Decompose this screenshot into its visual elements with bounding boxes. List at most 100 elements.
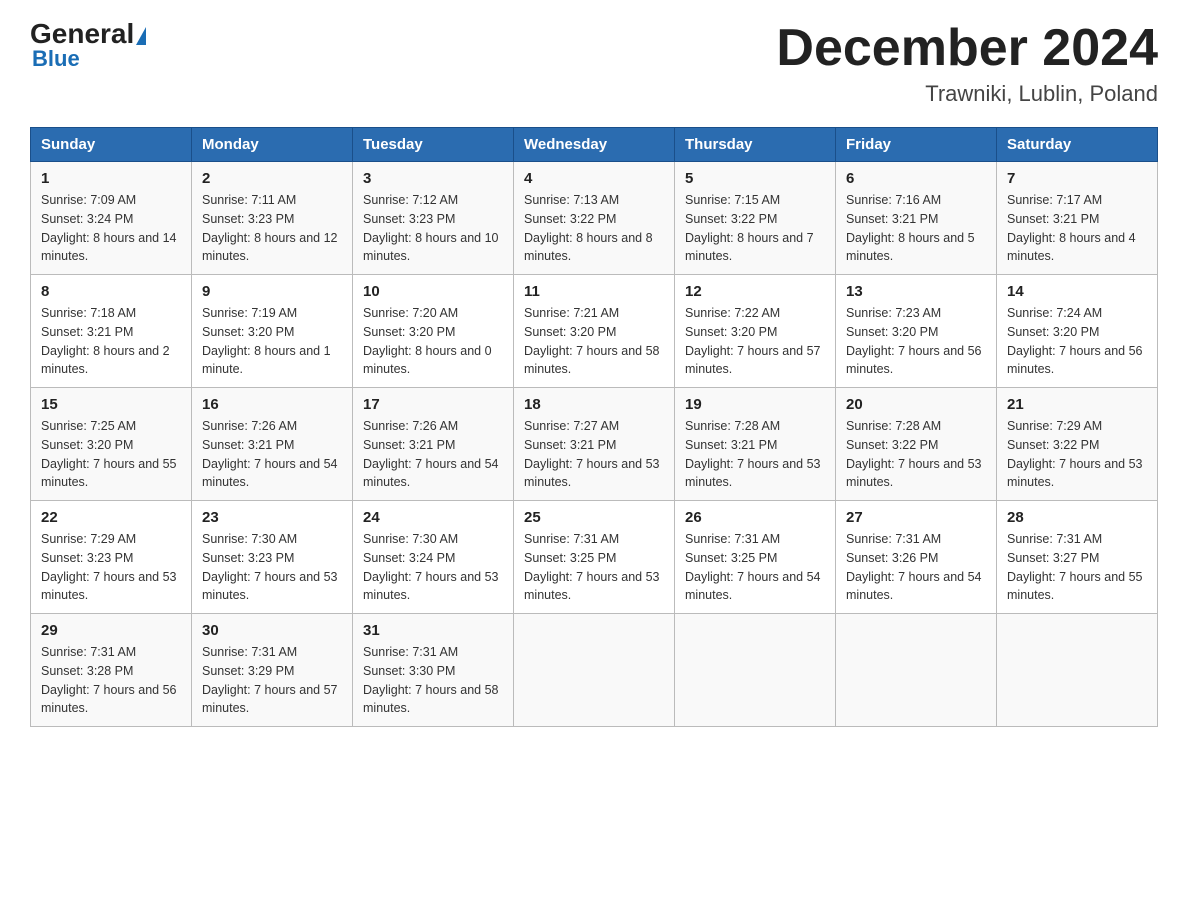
calendar-cell: 4Sunrise: 7:13 AMSunset: 3:22 PMDaylight… xyxy=(514,162,675,275)
calendar-cell: 9Sunrise: 7:19 AMSunset: 3:20 PMDaylight… xyxy=(192,275,353,388)
calendar-cell: 31 Sunrise: 7:31 AMSunset: 3:30 PMDayligh… xyxy=(353,614,514,727)
month-title: December 2024 xyxy=(776,20,1158,77)
day-info: Sunrise: 7:31 AMSunset: 3:27 PMDaylight:… xyxy=(1007,530,1147,605)
day-number: 24 xyxy=(363,509,503,526)
day-number: 1 xyxy=(41,170,181,187)
day-info: Sunrise: 7:31 AMSunset: 3:29 PMDaylight:… xyxy=(202,643,342,718)
logo-triangle-icon xyxy=(136,27,146,45)
day-info: Sunrise: 7:17 AMSunset: 3:21 PMDaylight:… xyxy=(1007,191,1147,266)
day-info: Sunrise: 7:31 AMSunset: 3:28 PMDaylight:… xyxy=(41,643,181,718)
calendar-cell: 28 Sunrise: 7:31 AMSunset: 3:27 PMDayligh… xyxy=(997,501,1158,614)
calendar-table: SundayMondayTuesdayWednesdayThursdayFrid… xyxy=(30,127,1158,727)
calendar-cell xyxy=(675,614,836,727)
day-number: 31 xyxy=(363,622,503,639)
calendar-cell: 26Sunrise: 7:31 AMSunset: 3:25 PMDayligh… xyxy=(675,501,836,614)
day-number: 26 xyxy=(685,509,825,526)
day-info: Sunrise: 7:22 AMSunset: 3:20 PMDaylight:… xyxy=(685,304,825,379)
calendar-cell: 21 Sunrise: 7:29 AMSunset: 3:22 PMDayligh… xyxy=(997,388,1158,501)
day-number: 2 xyxy=(202,170,342,187)
calendar-cell: 7 Sunrise: 7:17 AMSunset: 3:21 PMDaylight… xyxy=(997,162,1158,275)
day-info: Sunrise: 7:30 AMSunset: 3:24 PMDaylight:… xyxy=(363,530,503,605)
day-number: 23 xyxy=(202,509,342,526)
weekday-header-friday: Friday xyxy=(836,128,997,162)
day-number: 30 xyxy=(202,622,342,639)
day-info: Sunrise: 7:20 AMSunset: 3:20 PMDaylight:… xyxy=(363,304,503,379)
calendar-cell: 15 Sunrise: 7:25 AMSunset: 3:20 PMDayligh… xyxy=(31,388,192,501)
day-info: Sunrise: 7:31 AMSunset: 3:25 PMDaylight:… xyxy=(524,530,664,605)
day-info: Sunrise: 7:29 AMSunset: 3:22 PMDaylight:… xyxy=(1007,417,1147,492)
calendar-cell: 6Sunrise: 7:16 AMSunset: 3:21 PMDaylight… xyxy=(836,162,997,275)
day-number: 5 xyxy=(685,170,825,187)
logo-general: General xyxy=(30,20,146,48)
day-number: 20 xyxy=(846,396,986,413)
calendar-week-3: 15 Sunrise: 7:25 AMSunset: 3:20 PMDayligh… xyxy=(31,388,1158,501)
day-number: 3 xyxy=(363,170,503,187)
day-info: Sunrise: 7:13 AMSunset: 3:22 PMDaylight:… xyxy=(524,191,664,266)
day-info: Sunrise: 7:28 AMSunset: 3:21 PMDaylight:… xyxy=(685,417,825,492)
calendar-cell: 14Sunrise: 7:24 AMSunset: 3:20 PMDayligh… xyxy=(997,275,1158,388)
calendar-cell: 2Sunrise: 7:11 AMSunset: 3:23 PMDaylight… xyxy=(192,162,353,275)
day-number: 29 xyxy=(41,622,181,639)
day-info: Sunrise: 7:18 AMSunset: 3:21 PMDaylight:… xyxy=(41,304,181,379)
day-info: Sunrise: 7:09 AMSunset: 3:24 PMDaylight:… xyxy=(41,191,181,266)
calendar-cell: 27 Sunrise: 7:31 AMSunset: 3:26 PMDayligh… xyxy=(836,501,997,614)
calendar-cell: 1 Sunrise: 7:09 AMSunset: 3:24 PMDaylight… xyxy=(31,162,192,275)
calendar-week-5: 29 Sunrise: 7:31 AMSunset: 3:28 PMDayligh… xyxy=(31,614,1158,727)
calendar-cell: 16 Sunrise: 7:26 AMSunset: 3:21 PMDayligh… xyxy=(192,388,353,501)
day-number: 28 xyxy=(1007,509,1147,526)
day-info: Sunrise: 7:25 AMSunset: 3:20 PMDaylight:… xyxy=(41,417,181,492)
day-info: Sunrise: 7:31 AMSunset: 3:26 PMDaylight:… xyxy=(846,530,986,605)
calendar-week-4: 22 Sunrise: 7:29 AMSunset: 3:23 PMDayligh… xyxy=(31,501,1158,614)
calendar-cell: 24 Sunrise: 7:30 AMSunset: 3:24 PMDayligh… xyxy=(353,501,514,614)
day-info: Sunrise: 7:24 AMSunset: 3:20 PMDaylight:… xyxy=(1007,304,1147,379)
calendar-week-1: 1 Sunrise: 7:09 AMSunset: 3:24 PMDaylight… xyxy=(31,162,1158,275)
day-number: 7 xyxy=(1007,170,1147,187)
day-info: Sunrise: 7:15 AMSunset: 3:22 PMDaylight:… xyxy=(685,191,825,266)
day-number: 10 xyxy=(363,283,503,300)
day-number: 22 xyxy=(41,509,181,526)
calendar-cell: 3 Sunrise: 7:12 AMSunset: 3:23 PMDaylight… xyxy=(353,162,514,275)
day-number: 16 xyxy=(202,396,342,413)
title-area: December 2024 Trawniki, Lublin, Poland xyxy=(776,20,1158,107)
weekday-header-saturday: Saturday xyxy=(997,128,1158,162)
day-number: 21 xyxy=(1007,396,1147,413)
calendar-cell: 5 Sunrise: 7:15 AMSunset: 3:22 PMDaylight… xyxy=(675,162,836,275)
day-info: Sunrise: 7:30 AMSunset: 3:23 PMDaylight:… xyxy=(202,530,342,605)
day-number: 18 xyxy=(524,396,664,413)
weekday-header-row: SundayMondayTuesdayWednesdayThursdayFrid… xyxy=(31,128,1158,162)
calendar-cell: 8 Sunrise: 7:18 AMSunset: 3:21 PMDaylight… xyxy=(31,275,192,388)
calendar-cell: 19 Sunrise: 7:28 AMSunset: 3:21 PMDayligh… xyxy=(675,388,836,501)
calendar-cell: 23 Sunrise: 7:30 AMSunset: 3:23 PMDayligh… xyxy=(192,501,353,614)
weekday-header-sunday: Sunday xyxy=(31,128,192,162)
weekday-header-tuesday: Tuesday xyxy=(353,128,514,162)
calendar-cell: 11 Sunrise: 7:21 AMSunset: 3:20 PMDayligh… xyxy=(514,275,675,388)
day-info: Sunrise: 7:29 AMSunset: 3:23 PMDaylight:… xyxy=(41,530,181,605)
calendar-cell: 18Sunrise: 7:27 AMSunset: 3:21 PMDayligh… xyxy=(514,388,675,501)
day-info: Sunrise: 7:28 AMSunset: 3:22 PMDaylight:… xyxy=(846,417,986,492)
weekday-header-thursday: Thursday xyxy=(675,128,836,162)
day-number: 9 xyxy=(202,283,342,300)
day-info: Sunrise: 7:31 AMSunset: 3:30 PMDaylight:… xyxy=(363,643,503,718)
logo: General Blue xyxy=(30,20,146,72)
calendar-cell: 13Sunrise: 7:23 AMSunset: 3:20 PMDayligh… xyxy=(836,275,997,388)
calendar-cell: 20 Sunrise: 7:28 AMSunset: 3:22 PMDayligh… xyxy=(836,388,997,501)
day-number: 12 xyxy=(685,283,825,300)
location-title: Trawniki, Lublin, Poland xyxy=(776,81,1158,107)
day-info: Sunrise: 7:16 AMSunset: 3:21 PMDaylight:… xyxy=(846,191,986,266)
calendar-cell: 22 Sunrise: 7:29 AMSunset: 3:23 PMDayligh… xyxy=(31,501,192,614)
calendar-cell: 29 Sunrise: 7:31 AMSunset: 3:28 PMDayligh… xyxy=(31,614,192,727)
day-number: 13 xyxy=(846,283,986,300)
day-number: 27 xyxy=(846,509,986,526)
day-info: Sunrise: 7:21 AMSunset: 3:20 PMDaylight:… xyxy=(524,304,664,379)
day-info: Sunrise: 7:12 AMSunset: 3:23 PMDaylight:… xyxy=(363,191,503,266)
calendar-cell xyxy=(836,614,997,727)
calendar-cell xyxy=(514,614,675,727)
header: General Blue December 2024 Trawniki, Lub… xyxy=(30,20,1158,107)
day-number: 19 xyxy=(685,396,825,413)
calendar-cell: 30 Sunrise: 7:31 AMSunset: 3:29 PMDayligh… xyxy=(192,614,353,727)
day-number: 15 xyxy=(41,396,181,413)
day-number: 25 xyxy=(524,509,664,526)
day-info: Sunrise: 7:26 AMSunset: 3:21 PMDaylight:… xyxy=(202,417,342,492)
day-number: 8 xyxy=(41,283,181,300)
day-number: 11 xyxy=(524,283,664,300)
